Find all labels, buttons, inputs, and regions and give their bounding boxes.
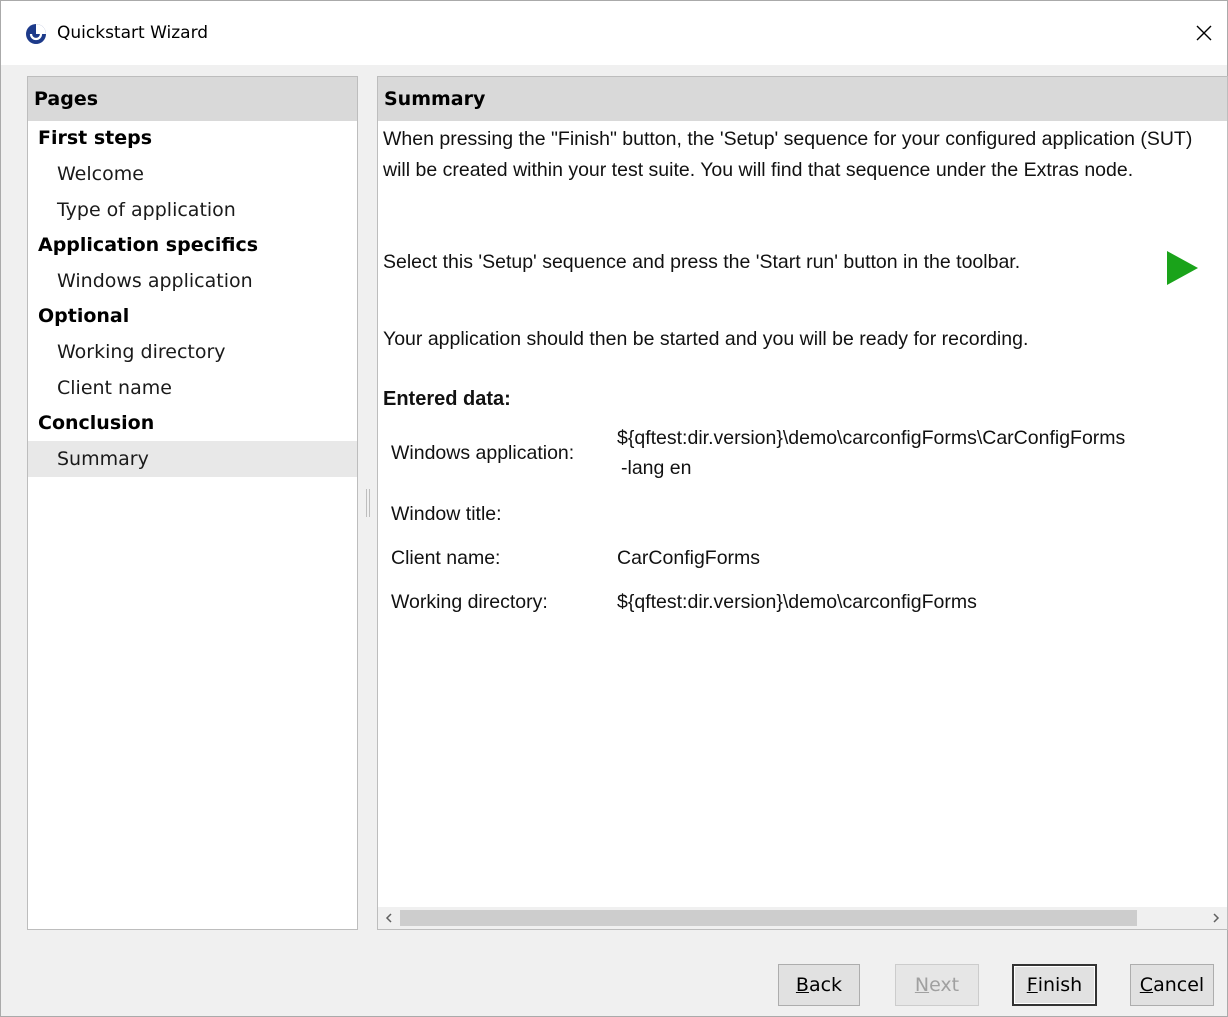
back-label-rest: ack <box>808 974 843 996</box>
close-button[interactable] <box>1181 1 1227 65</box>
nav-group-conclusion[interactable]: Conclusion <box>28 406 357 441</box>
scroll-left-icon[interactable] <box>378 907 400 929</box>
horizontal-scrollbar[interactable] <box>378 907 1227 929</box>
pages-header: Pages <box>28 77 357 121</box>
nav-item-windows-application[interactable]: Windows application <box>28 263 357 299</box>
nav-item-welcome[interactable]: Welcome <box>28 156 357 192</box>
nav-item-working-directory[interactable]: Working directory <box>28 334 357 370</box>
play-icon <box>1165 250 1199 286</box>
finish-mnemonic: F <box>1026 974 1038 996</box>
panel-splitter-handle[interactable] <box>366 489 370 517</box>
next-label-rest: ext <box>929 974 960 996</box>
nav-group-optional[interactable]: Optional <box>28 299 357 334</box>
summary-header: Summary <box>378 77 1227 121</box>
windows-application-label: Windows application: <box>391 442 575 464</box>
client-name-value: CarConfigForms <box>617 547 761 569</box>
windows-application-value-line2: -lang en <box>621 457 692 479</box>
pages-panel: Pages First steps Welcome Type of applic… <box>27 76 358 930</box>
back-button[interactable]: Back <box>778 964 860 1006</box>
entered-data-title: Entered data: <box>383 388 511 410</box>
nav-item-type-of-application[interactable]: Type of application <box>28 192 357 228</box>
working-directory-label: Working directory: <box>391 591 548 613</box>
nav-item-summary[interactable]: Summary <box>28 441 357 477</box>
nav-group-application-specifics[interactable]: Application specifics <box>28 228 357 263</box>
cancel-mnemonic: C <box>1139 974 1154 996</box>
setup-run-instructions-text: Select this 'Setup' sequence and press t… <box>383 251 1021 273</box>
finish-instructions-text: When pressing the "Finish" button, the '… <box>383 128 1193 181</box>
back-mnemonic: B <box>795 974 809 996</box>
nav-group-first-steps[interactable]: First steps <box>28 121 357 156</box>
windows-application-value-line1: ${qftest:dir.version}\demo\carconfigForm… <box>617 427 1126 449</box>
next-button[interactable]: Next <box>895 964 979 1006</box>
finish-button[interactable]: Finish <box>1012 964 1097 1006</box>
nav-item-client-name[interactable]: Client name <box>28 370 357 406</box>
app-logo-icon <box>25 23 47 45</box>
window-title-label: Window title: <box>391 503 502 525</box>
scroll-right-icon[interactable] <box>1205 907 1227 929</box>
close-icon <box>1196 25 1212 41</box>
window-title: Quickstart Wizard <box>57 23 209 43</box>
client-name-label: Client name: <box>391 547 501 569</box>
next-mnemonic: N <box>914 974 930 996</box>
quickstart-wizard-window: Quickstart Wizard Pages First steps Welc… <box>0 0 1228 1017</box>
cancel-label-rest: ancel <box>1153 974 1205 996</box>
cancel-button[interactable]: Cancel <box>1130 964 1214 1006</box>
title-bar: Quickstart Wizard <box>1 1 1227 65</box>
finish-label-rest: inish <box>1037 974 1083 996</box>
scrollbar-thumb[interactable] <box>400 910 1137 926</box>
working-directory-value: ${qftest:dir.version}\demo\carconfigForm… <box>617 591 977 613</box>
ready-for-recording-text: Your application should then be started … <box>383 328 1029 350</box>
summary-panel: Summary When pressing the "Finish" butto… <box>377 76 1228 930</box>
